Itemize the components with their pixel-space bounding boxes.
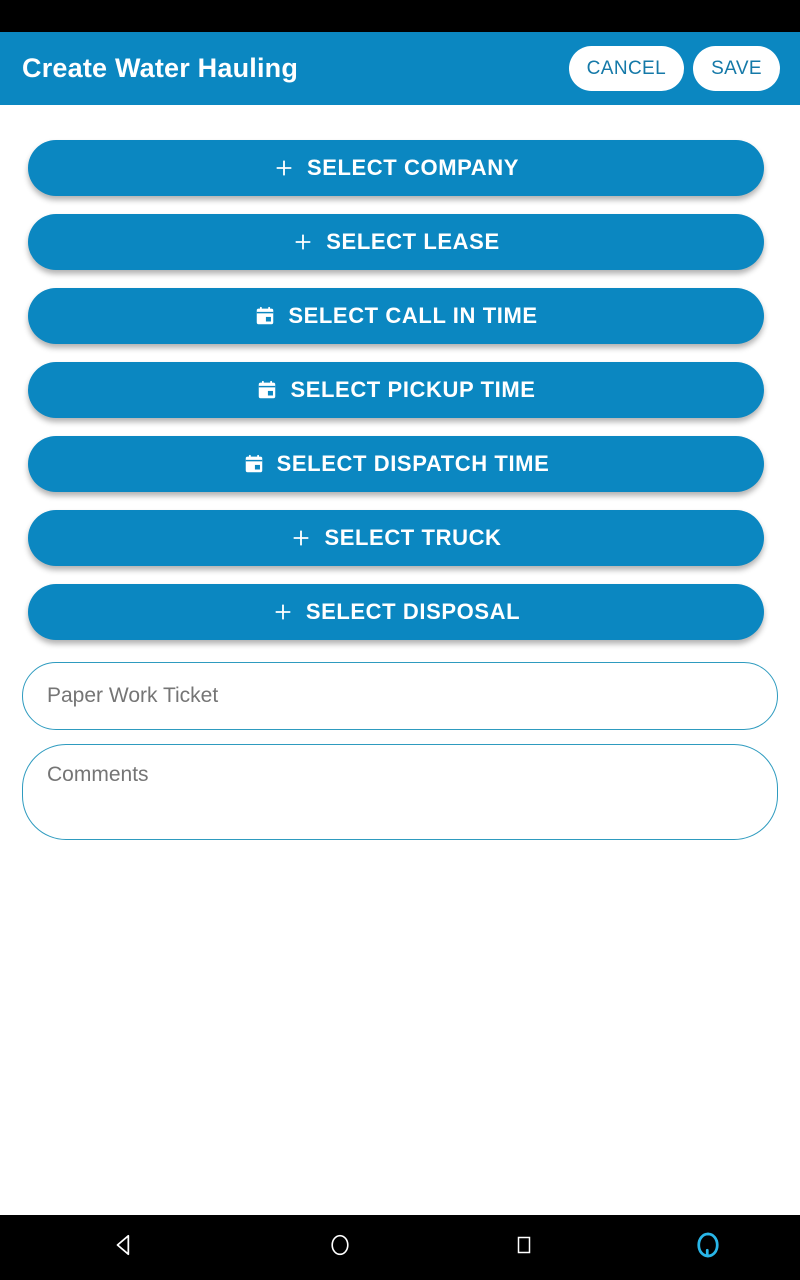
select-pickup-time-label: SELECT PICKUP TIME <box>290 377 536 402</box>
select-dispatch-time-label: SELECT DISPATCH TIME <box>276 451 550 476</box>
select-dispatch-time-slot: SELECT DISPATCH TIME <box>28 436 764 492</box>
page-title: Create Water Hauling <box>22 53 299 83</box>
select-disposal-label: SELECT DISPOSAL <box>305 599 521 624</box>
comments-input[interactable] <box>22 744 778 840</box>
select-truck-slot: SELECT TRUCK <box>28 510 764 566</box>
select-lease-label: SELECT LEASE <box>326 229 500 254</box>
select-company-button[interactable]: SELECT COMPANY <box>28 140 764 196</box>
assistant-button[interactable] <box>616 1215 800 1280</box>
app-bar-actions: CANCEL SAVE <box>568 46 780 91</box>
square-icon <box>512 1233 536 1262</box>
home-icon <box>327 1232 353 1263</box>
select-company-slot: SELECT COMPANY <box>28 105 764 196</box>
plus-icon <box>273 157 295 179</box>
calendar-icon <box>254 305 276 327</box>
save-button[interactable]: SAVE <box>693 46 780 91</box>
android-nav-bar <box>0 1215 800 1280</box>
select-pickup-time-slot: SELECT PICKUP TIME <box>28 362 764 418</box>
text-fields-group <box>0 662 800 840</box>
paper-work-ticket-input[interactable] <box>22 662 778 730</box>
select-buttons-group: SELECT COMPANY SELECT LEASE SELECT CALL … <box>0 105 800 640</box>
select-disposal-button[interactable]: SELECT DISPOSAL <box>28 584 764 640</box>
select-lease-slot: SELECT LEASE <box>28 214 764 270</box>
select-dispatch-time-button[interactable]: SELECT DISPATCH TIME <box>28 436 764 492</box>
cancel-button[interactable]: CANCEL <box>568 46 685 91</box>
select-call-in-time-slot: SELECT CALL IN TIME <box>28 288 764 344</box>
plus-icon <box>272 601 294 623</box>
select-pickup-time-button[interactable]: SELECT PICKUP TIME <box>28 362 764 418</box>
plus-icon <box>290 527 312 549</box>
select-company-label: SELECT COMPANY <box>306 155 520 180</box>
form-content: SELECT COMPANY SELECT LEASE SELECT CALL … <box>0 105 800 1215</box>
calendar-icon <box>243 453 265 475</box>
back-icon <box>111 1232 137 1263</box>
back-button[interactable] <box>0 1215 248 1280</box>
status-bar <box>0 0 800 32</box>
select-truck-button[interactable]: SELECT TRUCK <box>28 510 764 566</box>
assistant-ring-icon <box>693 1230 723 1265</box>
home-button[interactable] <box>248 1215 432 1280</box>
select-disposal-slot: SELECT DISPOSAL <box>28 584 764 640</box>
select-truck-label: SELECT TRUCK <box>324 525 502 550</box>
recents-button[interactable] <box>432 1215 616 1280</box>
select-lease-button[interactable]: SELECT LEASE <box>28 214 764 270</box>
app-bar: Create Water Hauling CANCEL SAVE <box>0 32 800 105</box>
select-call-in-time-button[interactable]: SELECT CALL IN TIME <box>28 288 764 344</box>
plus-icon <box>292 231 314 253</box>
calendar-icon <box>256 379 278 401</box>
select-call-in-time-label: SELECT CALL IN TIME <box>288 303 538 328</box>
